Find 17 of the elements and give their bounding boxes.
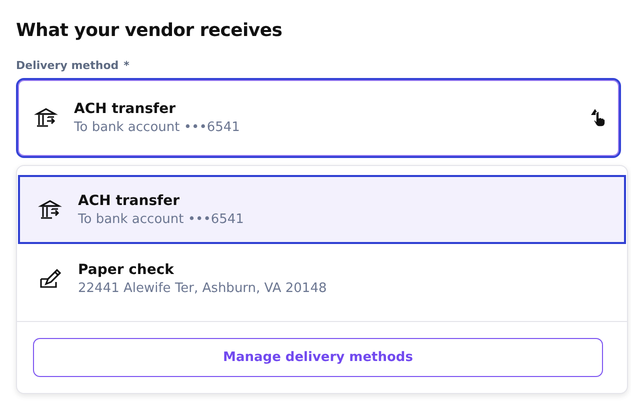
bank-icon xyxy=(34,106,58,130)
option-detail: To bank account •••6541 xyxy=(78,212,244,226)
delivery-method-select[interactable]: ACH transfer To bank account •••6541 xyxy=(16,78,621,158)
option-title: ACH transfer xyxy=(74,101,177,117)
field-label: Delivery method xyxy=(16,59,119,72)
menu-option[interactable]: ACH transfer To bank account •••6541 xyxy=(18,175,626,244)
option-title: ACH transfer xyxy=(78,192,181,208)
pen-on-check-icon xyxy=(38,266,62,290)
hand-cursor-icon xyxy=(593,111,605,127)
bank-icon xyxy=(38,198,62,222)
required-mark: * xyxy=(124,59,130,72)
option-detail: 22441 Alewife Ter, Ashburn, VA 20148 xyxy=(78,280,327,296)
option-title: Paper check xyxy=(78,262,175,278)
menu-option[interactable]: Paper check 22441 Alewife Ter, Ashburn, VA 20148 xyxy=(18,244,626,313)
section-heading: What your vendor receives xyxy=(16,20,284,41)
option-detail: To bank account •••6541 xyxy=(74,120,240,135)
manage-methods-button[interactable]: Manage delivery methods xyxy=(33,338,603,377)
